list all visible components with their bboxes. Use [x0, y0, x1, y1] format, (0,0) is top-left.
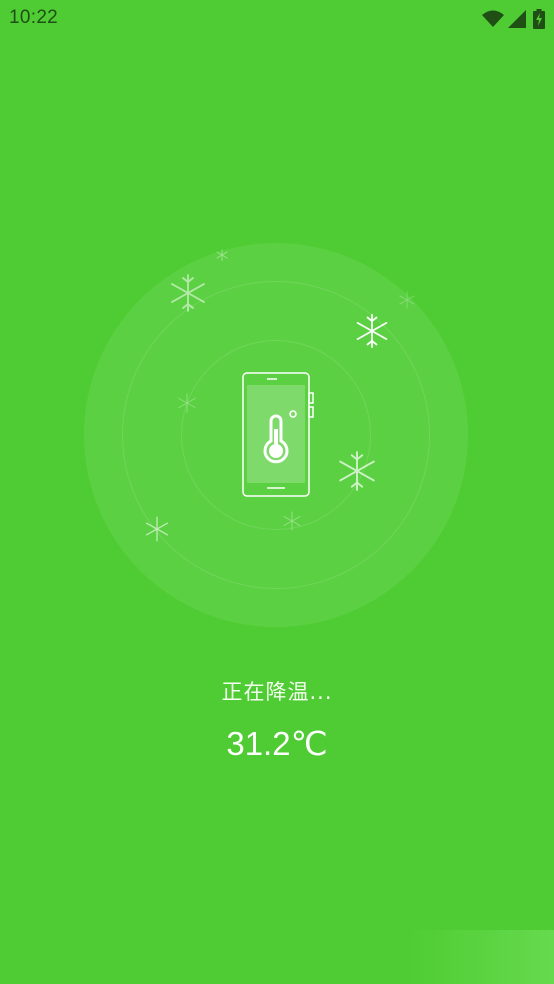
snowflake-icon: [356, 313, 388, 349]
cooling-animation: [84, 243, 468, 627]
battery-charging-icon: [533, 9, 545, 29]
cooling-status-label: 正在降温...: [221, 680, 333, 704]
snowflake-icon: [216, 249, 228, 261]
cell-signal-icon: [508, 10, 526, 28]
snowflake-icon: [171, 274, 205, 312]
corner-decoration: [410, 930, 554, 984]
status-icons: [455, 9, 545, 29]
status-bar: 10:22: [0, 0, 554, 40]
phone-thermometer-icon: [242, 372, 314, 497]
status-time: 10:22: [9, 7, 59, 28]
snowflake-icon: [339, 451, 375, 491]
snowflake-icon: [283, 511, 301, 531]
snowflake-icon: [145, 516, 169, 542]
snowflake-icon: [178, 393, 196, 413]
snowflake-icon: [399, 291, 415, 309]
wifi-icon: [482, 10, 504, 27]
temperature-value: 31.2℃: [226, 725, 328, 762]
